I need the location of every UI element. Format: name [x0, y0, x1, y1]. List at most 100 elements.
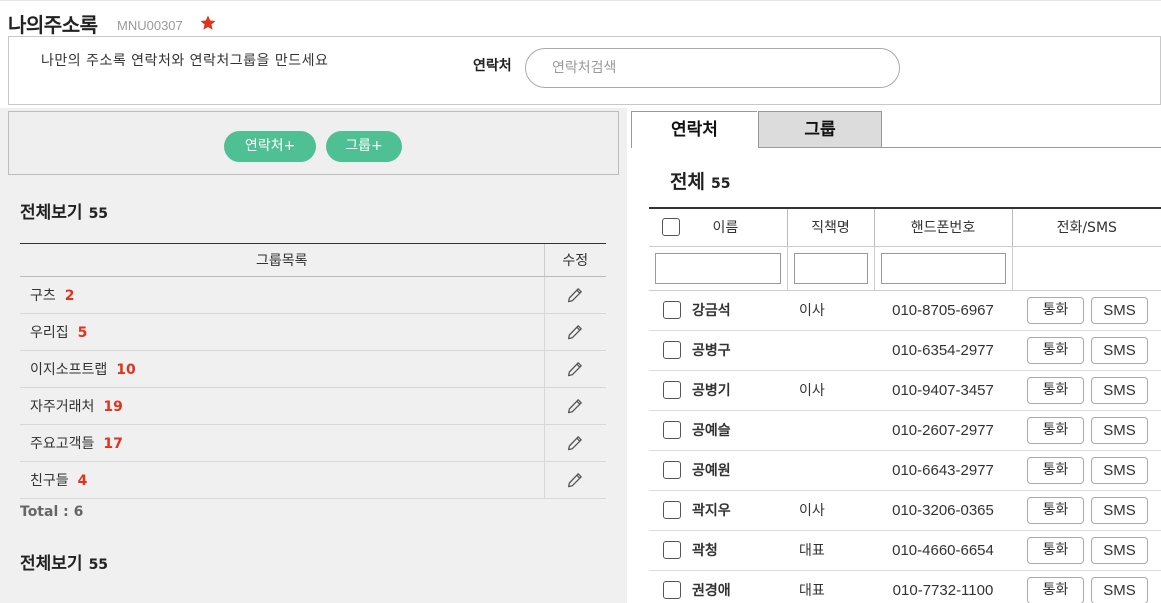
contact-row[interactable]: 공예슬 010-2607-2977 통화 SMS: [649, 410, 1161, 451]
sms-button[interactable]: SMS: [1091, 496, 1148, 524]
call-button[interactable]: 통화: [1027, 376, 1084, 404]
row-checkbox[interactable]: [663, 381, 681, 399]
select-all-checkbox[interactable]: [662, 218, 680, 237]
row-checkbox[interactable]: [663, 341, 681, 359]
sms-button[interactable]: SMS: [1091, 336, 1148, 364]
contact-name[interactable]: 강금석: [692, 303, 731, 319]
row-checkbox[interactable]: [663, 461, 681, 479]
row-checkbox[interactable]: [663, 501, 681, 519]
pencil-icon[interactable]: [567, 287, 583, 303]
call-button[interactable]: 통화: [1027, 536, 1084, 564]
contact-name[interactable]: 공병기: [692, 383, 731, 399]
pencil-icon[interactable]: [567, 324, 583, 340]
contact-name[interactable]: 공예원: [692, 463, 731, 479]
sms-button[interactable]: SMS: [1091, 376, 1148, 404]
contact-list-title: 전체 55: [670, 167, 730, 194]
group-name: 자주거래처: [30, 399, 95, 415]
group-row[interactable]: 이지소프트랩 10: [20, 350, 606, 388]
add-group-button[interactable]: 그룹+: [326, 131, 402, 162]
sms-button[interactable]: SMS: [1091, 536, 1148, 564]
sms-button[interactable]: SMS: [1091, 416, 1148, 444]
info-box: 나만의 주소록 연락처와 연락처그룹을 만드세요 연락처: [8, 36, 1161, 105]
call-button[interactable]: 통화: [1027, 336, 1084, 364]
contact-name-cell: 권경애: [649, 570, 787, 603]
col-phone: 핸드폰번호: [874, 207, 1013, 247]
call-button[interactable]: 통화: [1027, 456, 1084, 484]
call-button[interactable]: 통화: [1027, 496, 1084, 524]
group-name-cell[interactable]: 이지소프트랩 10: [20, 350, 544, 388]
group-list-header: 그룹목록: [20, 243, 544, 277]
contact-row[interactable]: 공예원 010-6643-2977 통화 SMS: [649, 450, 1161, 491]
row-checkbox[interactable]: [663, 581, 681, 599]
contact-name-cell: 강금석: [649, 290, 787, 331]
contact-search-input[interactable]: [525, 48, 900, 88]
tab-contacts[interactable]: 연락처: [631, 111, 757, 148]
title-filter-input[interactable]: [793, 252, 868, 284]
group-name-cell[interactable]: 우리집 5: [20, 313, 544, 351]
group-name: 우리집: [30, 325, 69, 341]
name-filter-input[interactable]: [655, 252, 781, 284]
contact-row[interactable]: 권경애 대표 010-7732-1100 통화 SMS: [649, 570, 1161, 603]
group-count: 17: [103, 436, 123, 452]
tab-groups[interactable]: 그룹: [758, 111, 882, 148]
page-title: 나의주소록: [8, 13, 98, 37]
add-contact-button[interactable]: 연락처+: [224, 131, 316, 162]
call-button[interactable]: 통화: [1027, 416, 1084, 444]
contact-name[interactable]: 공예슬: [692, 423, 731, 439]
group-row[interactable]: 친구들 4: [20, 461, 606, 499]
contact-phone: 010-8705-6967: [874, 290, 1012, 331]
star-icon[interactable]: [199, 14, 217, 32]
contact-name[interactable]: 곽지우: [692, 503, 731, 519]
all-view-link[interactable]: 전체보기 55: [20, 198, 108, 223]
all-view-link-bottom[interactable]: 전체보기 55: [20, 549, 108, 574]
contact-name[interactable]: 공병구: [692, 343, 731, 359]
group-count: 2: [64, 288, 75, 304]
group-edit-cell: [543, 276, 606, 314]
contact-row[interactable]: 공병기 이사 010-9407-3457 통화 SMS: [649, 370, 1161, 411]
group-name-cell[interactable]: 자주거래처 19: [20, 387, 544, 425]
list-title: 전체: [670, 171, 705, 193]
row-checkbox[interactable]: [663, 541, 681, 559]
contact-name-cell: 공예슬: [649, 410, 787, 451]
contact-actions: 통화 SMS: [1012, 450, 1161, 491]
pencil-icon[interactable]: [567, 472, 583, 488]
contact-row[interactable]: 공병구 010-6354-2977 통화 SMS: [649, 330, 1161, 371]
group-name-cell[interactable]: 구츠 2: [20, 276, 544, 314]
group-row[interactable]: 구츠 2: [20, 276, 606, 314]
contact-row[interactable]: 강금석 이사 010-8705-6967 통화 SMS: [649, 290, 1161, 331]
add-button-box: 연락처+ 그룹+: [8, 111, 619, 175]
contact-phone: 010-2607-2977: [874, 410, 1012, 451]
contact-actions: 통화 SMS: [1012, 410, 1161, 451]
pencil-icon[interactable]: [567, 398, 583, 414]
group-count: 19: [103, 399, 123, 415]
group-name-cell[interactable]: 친구들 4: [20, 461, 544, 499]
phone-filter-input[interactable]: [880, 252, 1006, 284]
group-edit-cell: [543, 313, 606, 351]
group-count: 4: [77, 473, 88, 489]
tab-divider: [882, 147, 1161, 148]
contact-title: 이사: [787, 290, 874, 331]
contact-row[interactable]: 곽지우 이사 010-3206-0365 통화 SMS: [649, 490, 1161, 531]
group-row[interactable]: 우리집 5: [20, 313, 606, 351]
contact-row[interactable]: 곽청 대표 010-4660-6654 통화 SMS: [649, 530, 1161, 571]
row-checkbox[interactable]: [663, 421, 681, 439]
group-edit-cell: [543, 350, 606, 388]
contact-name[interactable]: 권경애: [692, 583, 731, 599]
contact-name-cell: 곽청: [649, 530, 787, 571]
group-name-cell[interactable]: 주요고객들 17: [20, 424, 544, 462]
group-row[interactable]: 자주거래처 19: [20, 387, 606, 425]
sms-button[interactable]: SMS: [1091, 296, 1148, 324]
contact-title: [787, 410, 874, 451]
call-button[interactable]: 통화: [1027, 296, 1084, 324]
sms-button[interactable]: SMS: [1091, 456, 1148, 484]
pencil-icon[interactable]: [567, 435, 583, 451]
contact-actions: 통화 SMS: [1012, 490, 1161, 531]
group-name: 주요고객들: [30, 436, 95, 452]
group-row[interactable]: 주요고객들 17: [20, 424, 606, 462]
contact-name[interactable]: 곽청: [692, 543, 718, 559]
pencil-icon[interactable]: [567, 361, 583, 377]
sms-button[interactable]: SMS: [1091, 576, 1148, 603]
row-checkbox[interactable]: [663, 301, 681, 319]
contact-title: [787, 330, 874, 371]
call-button[interactable]: 통화: [1027, 576, 1084, 603]
